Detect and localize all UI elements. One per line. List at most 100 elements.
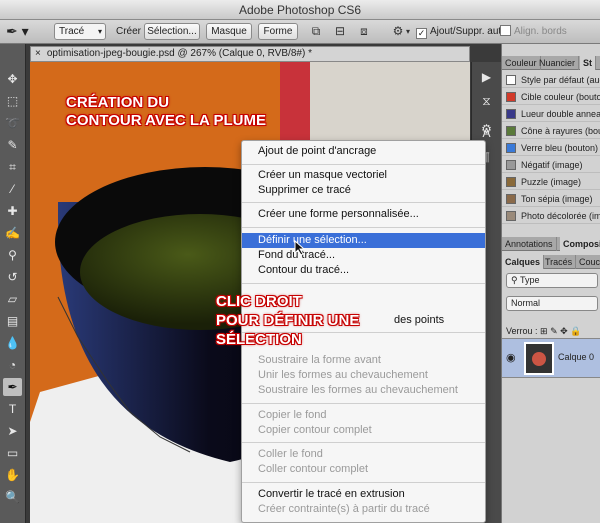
eye-icon[interactable]: ◉ [506,351,516,364]
marquee-tool-icon[interactable]: ⬚ [3,92,22,110]
lock-row: Verrou : ⊞ ✎ ✥ 🔒 [506,324,581,338]
annotations-panel-tabs: Annotations Composit [502,237,600,251]
auto-add-delete-checkbox[interactable]: ✓ Ajout/Suppr. auto [416,23,507,40]
tab-annotations[interactable]: Annotations [502,237,557,251]
quick-selection-tool-icon[interactable]: ✎ [3,136,22,154]
hand-tool-icon[interactable]: ✋ [3,466,22,484]
annotation-line: CRÉATION DU [66,94,170,111]
tab-nuancier[interactable]: Nuancier [536,56,580,70]
blend-mode-value: Normal [511,298,541,308]
history-brush-tool-icon[interactable]: ↺ [3,268,22,286]
pen-tool-icon[interactable]: ✒ [3,378,22,396]
tab-compositions[interactable]: Composit [560,237,600,251]
rectangle-tool-icon[interactable]: ▭ [3,444,22,462]
path-operations-icon[interactable]: ⧉ [308,23,324,40]
type-tool-icon[interactable]: T [3,400,22,418]
style-item[interactable]: Cône à rayures (bouton) [502,123,600,139]
mask-button[interactable]: Masque [206,23,252,40]
shape-button[interactable]: Forme [258,23,298,40]
style-item[interactable]: Photo décolorée (image) [502,208,600,224]
style-swatch [506,211,516,221]
style-item[interactable]: Lueur double anneau ( [502,106,600,122]
style-label: Verre bleu (bouton) [521,143,599,153]
lock-all-icon[interactable]: 🔒 [570,326,581,336]
dodge-tool-icon[interactable]: ◔ [3,356,22,374]
style-label: Négatif (image) [521,160,583,170]
eyedropper-tool-icon[interactable]: ⁄ [3,180,22,198]
chevron-down-icon[interactable]: ▾ [404,23,412,40]
align-edges-checkbox[interactable]: Align. bords [500,23,567,40]
selection-button[interactable]: Sélection... [144,23,200,40]
lock-position-icon[interactable]: ✥ [560,326,568,336]
menu-item-convert-path-to-extrusion[interactable]: Convertir le tracé en extrusion [242,487,485,502]
layer-thumbnail [524,342,554,375]
style-swatch [506,109,516,119]
move-tool-icon[interactable]: ✥ [3,70,22,88]
tool-mode-select[interactable]: Tracé ▾ [54,23,106,40]
document-tab[interactable]: × optimisation-jpeg-bougie.psd @ 267% (Ca… [30,46,470,62]
tab-traces[interactable]: Tracés [542,255,577,269]
gradient-tool-icon[interactable]: ▤ [3,312,22,330]
style-item[interactable]: Style par défaut (aucun) [502,72,600,88]
layers-panel-tabs: Calques Tracés Couch [502,255,600,269]
mouse-cursor-icon [294,240,306,256]
menu-item-define-custom-shape[interactable]: Créer une forme personnalisée... [242,207,485,222]
lock-transparency-icon[interactable]: ⊞ [540,326,548,336]
menu-separator [242,164,485,165]
menu-item-make-selection[interactable]: Définir une sélection... [242,233,485,248]
menu-separator [242,202,485,203]
eraser-tool-icon[interactable]: ▱ [3,290,22,308]
history-icon[interactable]: ⧖ [477,92,496,110]
blur-tool-icon[interactable]: 💧 [3,334,22,352]
lock-label: Verrou : [506,326,538,336]
menu-item-stroke-path[interactable]: Contour du tracé... [242,263,485,278]
layer-name: Calque 0 [558,352,595,362]
tab-styles[interactable]: St [580,56,596,70]
path-alignment-icon[interactable]: ⊟ [332,23,348,40]
style-item[interactable]: Puzzle (image) [502,174,600,190]
menu-item-unite-overlapping: Unir les formes au chevauchement [258,369,428,381]
menu-item-delete-path[interactable]: Supprimer ce tracé [242,183,485,198]
style-label: Photo décolorée (image) [521,211,600,221]
menu-item-fill-path[interactable]: Fond du tracé... [242,248,485,263]
annotation-line: CLIC DROIT [216,293,302,310]
style-swatch [506,143,516,153]
style-item[interactable]: Négatif (image) [502,157,600,173]
healing-brush-tool-icon[interactable]: ✚ [3,202,22,220]
lasso-tool-icon[interactable]: ➰ [3,114,22,132]
zoom-tool-icon[interactable]: 🔍 [3,488,22,506]
tools-panel: ✥ ⬚ ➰ ✎ ⌗ ⁄ ✚ ✍ ⚲ ↺ ▱ ▤ 💧 ◔ ✒ T ➤ ▭ ✋ 🔍 [0,44,26,523]
crop-tool-icon[interactable]: ⌗ [3,158,22,176]
auto-add-delete-label: Ajout/Suppr. auto [430,26,507,37]
menu-separator [242,283,485,284]
menu-item-create-constraints-from-path: Créer contrainte(s) à partir du tracé [258,503,430,515]
menu-item-create-vector-mask[interactable]: Créer un masque vectoriel [242,168,485,183]
style-swatch [506,177,516,187]
tab-couleur[interactable]: Couleur [502,56,541,70]
align-edges-label: Align. bords [514,26,567,37]
brush-tool-icon[interactable]: ✍ [3,224,22,242]
menu-separator [242,227,485,228]
checkbox-unchecked [500,25,511,36]
style-label: Cible couleur (bouton) [521,92,600,102]
blend-mode-select[interactable]: Normal [506,296,598,311]
style-item[interactable]: Cible couleur (bouton) [502,89,600,105]
tab-calques[interactable]: Calques [502,255,545,269]
menu-item-add-anchor-point[interactable]: Ajout de point d'ancrage [242,144,485,159]
style-swatch [506,126,516,136]
pen-tool-preset-icon[interactable]: ✒ ▾ [6,23,36,40]
play-icon[interactable]: ▶ [477,68,496,86]
path-selection-tool-icon[interactable]: ➤ [3,422,22,440]
tab-couches[interactable]: Couch [576,255,600,269]
close-icon[interactable]: × [35,48,41,59]
menu-item-copy-fill: Copier le fond [258,409,327,421]
clone-stamp-tool-icon[interactable]: ⚲ [3,246,22,264]
path-arrangement-icon[interactable]: ⧈ [356,23,372,40]
style-label: Cône à rayures (bouton) [521,126,600,136]
style-item[interactable]: Verre bleu (bouton) [502,140,600,156]
layer-filter-select[interactable]: ⚲ Type [506,273,598,288]
style-item[interactable]: Ton sépia (image) [502,191,600,207]
lock-pixels-icon[interactable]: ✎ [550,326,558,336]
layer-filter-value: Type [519,275,540,285]
layer-row[interactable]: ◉ Calque 0 [502,338,600,378]
